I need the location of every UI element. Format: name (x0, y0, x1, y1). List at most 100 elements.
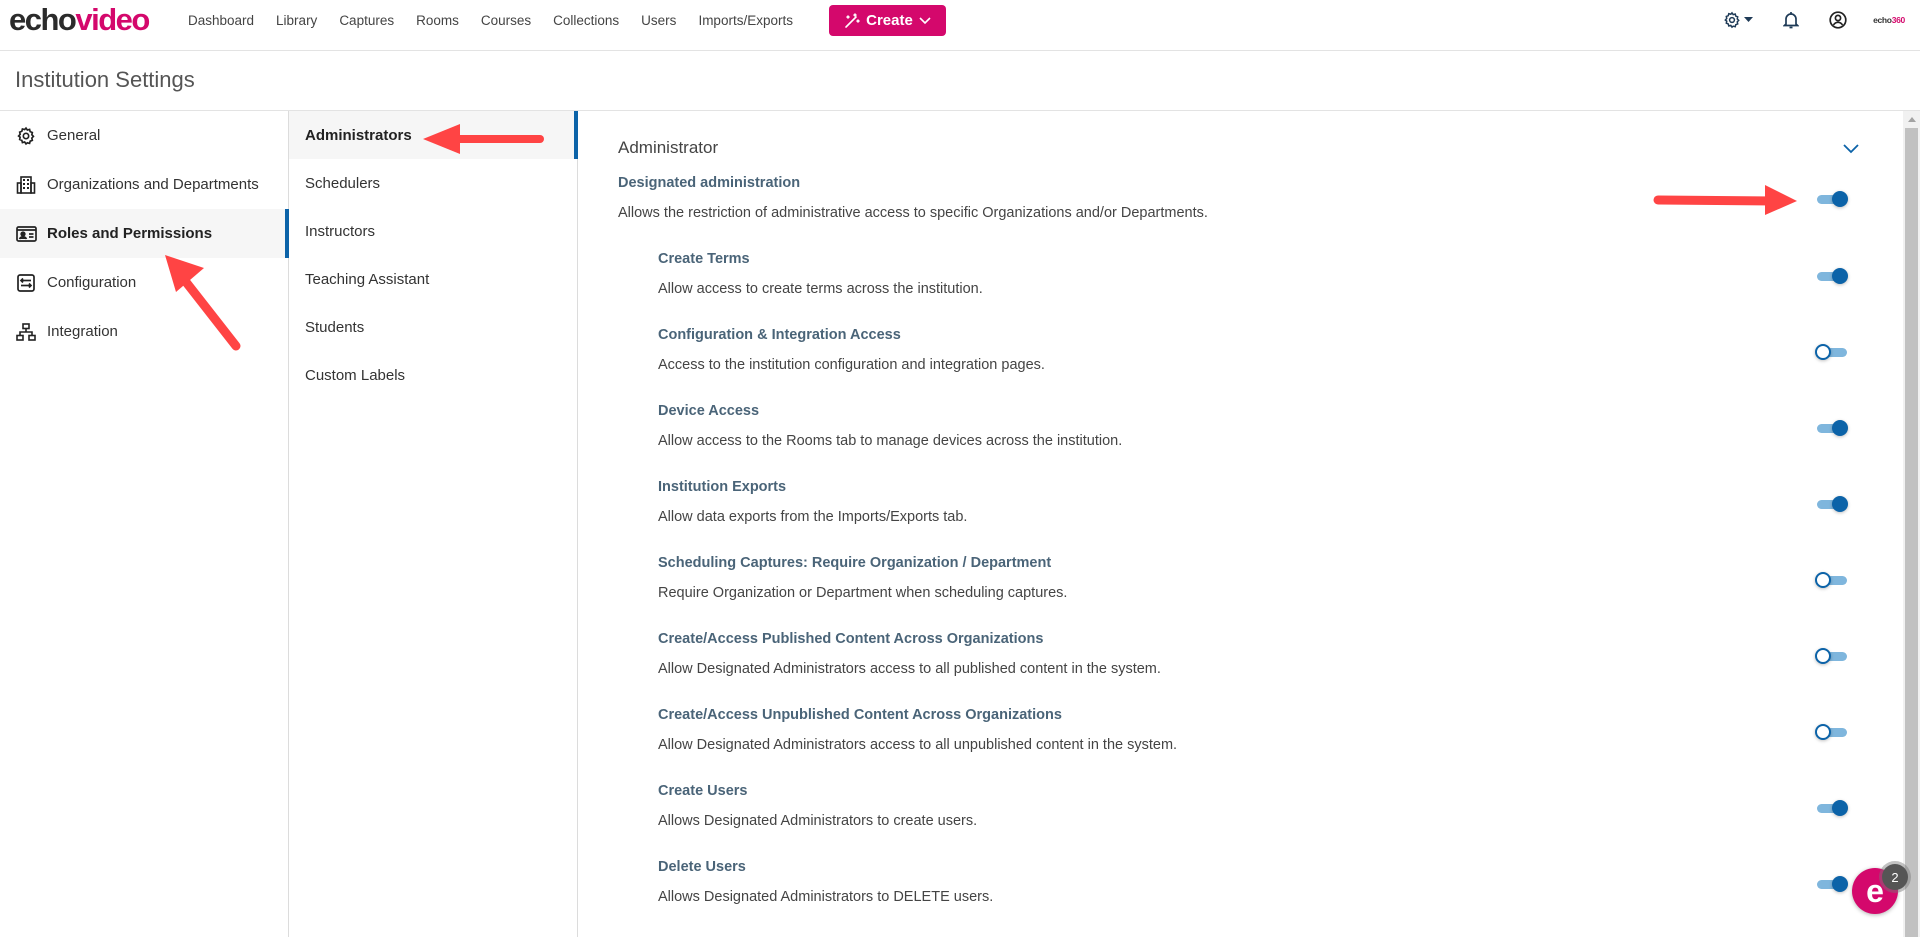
echovideo-logo[interactable]: echovideo (9, 2, 150, 38)
permission-description: Allow Designated Administrators access t… (658, 737, 1178, 753)
gear-icon (15, 125, 37, 147)
brand-360: 360 (1891, 15, 1906, 25)
permission-description: Allow access to the Rooms tab to manage … (658, 433, 1123, 449)
permission-description: Allows the restriction of administrative… (618, 205, 1208, 221)
permission-description: Allows Designated Administrators to DELE… (658, 889, 994, 905)
header-actions: echo360 (1723, 0, 1920, 40)
sidebar-item-general[interactable]: General (0, 111, 288, 160)
permission-title: Institution Exports (658, 479, 787, 495)
settings-menu-button[interactable] (1723, 11, 1754, 29)
permission-toggle[interactable] (1815, 342, 1847, 362)
permission-title: Create/Access Published Content Across O… (658, 631, 1044, 647)
permission-row: Create Terms Allow access to create terms… (658, 251, 983, 297)
permission-title: Scheduling Captures: Require Organizatio… (658, 555, 1052, 571)
settings-sidebar: General Organizations and Departments Ro… (0, 111, 289, 937)
sidebar-item-roles-permissions[interactable]: Roles and Permissions (0, 209, 289, 258)
permission-toggle[interactable] (1815, 570, 1847, 590)
role-tab-custom-labels[interactable]: Custom Labels (289, 351, 577, 399)
permission-row: Configuration & Integration Access Access… (658, 327, 1045, 373)
permission-description: Allow Designated Administrators access t… (658, 661, 1161, 677)
nav-users[interactable]: Users (641, 13, 676, 28)
toggle-knob (1815, 344, 1831, 360)
sidebar-item-label: Roles and Permissions (47, 225, 213, 242)
sidebar-item-label: Integration (47, 323, 118, 340)
permission-toggle[interactable] (1815, 494, 1848, 514)
top-navigation-bar: echovideo Dashboard Library Captures Roo… (0, 0, 1920, 51)
nav-collections[interactable]: Collections (553, 13, 619, 28)
brand-echo: echo (1873, 15, 1892, 25)
permission-toggle[interactable] (1815, 266, 1848, 286)
permission-title: Designated administration (618, 175, 801, 191)
section-title: Administrator (618, 138, 719, 157)
echo360-brand: echo360 (1873, 15, 1905, 25)
permission-description: Allow data exports from the Imports/Expo… (658, 509, 968, 525)
toggle-knob (1832, 800, 1848, 816)
permission-row: Delete Users Allows Designated Administra… (658, 859, 993, 905)
nav-library[interactable]: Library (276, 13, 317, 28)
role-tab-instructors[interactable]: Instructors (289, 207, 577, 255)
nav-courses[interactable]: Courses (481, 13, 531, 28)
permission-title: Delete Users (658, 859, 746, 875)
permission-title: Configuration & Integration Access (658, 327, 901, 343)
permission-toggle[interactable] (1815, 722, 1847, 742)
collapse-section-button[interactable] (1843, 141, 1859, 159)
logo-text-video: video (75, 2, 150, 37)
permission-toggle[interactable] (1815, 418, 1848, 438)
permission-title: Create/Access Unpublished Content Across… (658, 707, 1062, 723)
building-icon (15, 174, 37, 196)
permission-description: Allow access to create terms across the … (658, 281, 983, 297)
caret-up-icon (1907, 117, 1916, 122)
chevron-down-icon (1843, 144, 1859, 154)
toggle-knob (1832, 876, 1848, 892)
caret-down-icon (1744, 17, 1754, 22)
page-title: Institution Settings (15, 67, 195, 92)
sidebar-item-configuration[interactable]: Configuration (0, 258, 288, 307)
network-icon (15, 321, 37, 343)
nav-imports-exports[interactable]: Imports/Exports (698, 13, 793, 28)
permission-description: Allows Designated Administrators to crea… (658, 813, 978, 829)
permission-toggle[interactable] (1815, 646, 1847, 666)
permission-toggle[interactable] (1815, 874, 1848, 894)
scrollbar-thumb[interactable] (1905, 128, 1918, 937)
id-card-icon (15, 223, 37, 245)
toggle-knob (1815, 724, 1831, 740)
toggle-knob (1815, 648, 1831, 664)
role-tab-schedulers[interactable]: Schedulers (289, 159, 577, 207)
gear-icon (1724, 11, 1740, 29)
sidebar-item-label: General (47, 127, 101, 144)
permission-row: Create/Access Unpublished Content Across… (658, 707, 1177, 753)
chevron-down-icon (919, 16, 931, 24)
sidebar-item-organizations[interactable]: Organizations and Departments (0, 160, 288, 209)
toggle-knob (1832, 268, 1848, 284)
sidebar-item-label: Configuration (47, 274, 137, 291)
permission-title: Create Users (658, 783, 748, 799)
permissions-panel: Administrator Designated administration … (578, 111, 1903, 937)
nav-captures[interactable]: Captures (339, 13, 394, 28)
permission-row: Institution Exports Allow data exports fr… (658, 479, 967, 525)
permission-row: Device Access Allow access to the Rooms t… (658, 403, 1122, 449)
vertical-scrollbar[interactable] (1903, 111, 1920, 937)
sidebar-item-integration[interactable]: Integration (0, 307, 288, 356)
permission-toggle[interactable] (1815, 798, 1848, 818)
toggle-knob (1832, 496, 1848, 512)
toggle-knob (1832, 420, 1848, 436)
permission-row: Create/Access Published Content Across O… (658, 631, 1161, 677)
create-button[interactable]: Create (829, 5, 946, 36)
role-tab-students[interactable]: Students (289, 303, 577, 351)
bell-icon (1783, 12, 1800, 29)
nav-rooms[interactable]: Rooms (416, 13, 459, 28)
toggle-designated-administration[interactable] (1815, 189, 1848, 209)
sliders-icon (15, 272, 37, 294)
permission-row: Scheduling Captures: Require Organizatio… (658, 555, 1067, 601)
user-circle-icon (1829, 11, 1847, 29)
role-tab-teaching-assistant[interactable]: Teaching Assistant (289, 255, 577, 303)
role-tab-administrators[interactable]: Administrators (289, 111, 578, 159)
notifications-button[interactable] (1783, 11, 1800, 29)
sidebar-item-label: Organizations and Departments (47, 176, 259, 193)
chat-notification-badge: 2 (1882, 864, 1908, 890)
main-nav: Dashboard Library Captures Rooms Courses… (188, 0, 815, 40)
scroll-up-button[interactable] (1903, 111, 1920, 128)
permission-designated-administration: Designated administration Allows the res… (618, 175, 1208, 221)
user-profile-button[interactable] (1829, 11, 1847, 29)
nav-dashboard[interactable]: Dashboard (188, 13, 254, 28)
